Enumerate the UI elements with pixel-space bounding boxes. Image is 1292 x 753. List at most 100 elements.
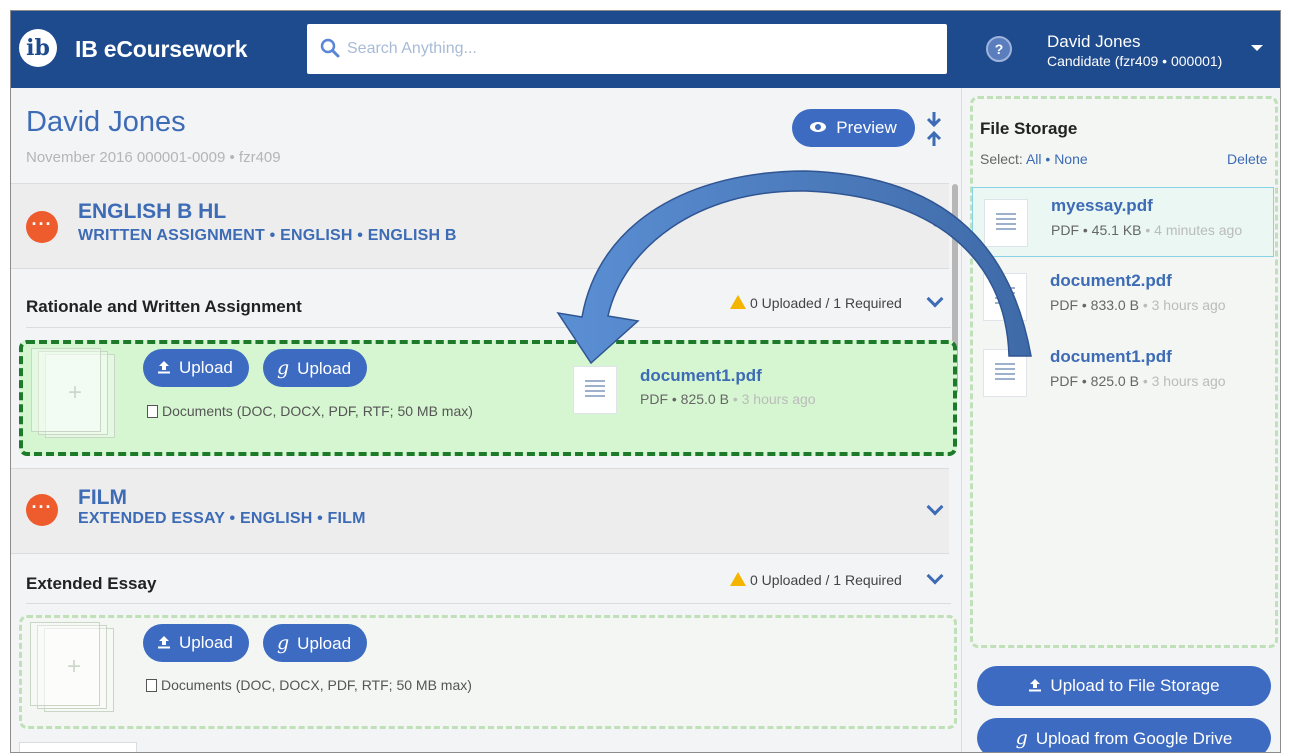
empty-document-icon: + — [31, 348, 117, 440]
upload-status-text: 0 Uploaded / 1 Required — [750, 295, 902, 311]
storage-file-meta: PDF • 825.0 B • 3 hours ago — [1050, 373, 1226, 389]
select-all-link[interactable]: All — [1026, 151, 1042, 167]
storage-file-item[interactable]: document1.pdf PDF • 825.0 B • 3 hours ag… — [972, 339, 1274, 409]
storage-file-name: document1.pdf — [1050, 347, 1172, 366]
subject-subtitle: EXTENDED ESSAY • ENGLISH • FILM — [78, 510, 366, 527]
warning-icon — [730, 295, 746, 310]
google-drive-icon: g — [277, 357, 290, 379]
preview-label: Preview — [836, 118, 897, 137]
storage-file-name: myessay.pdf — [1051, 196, 1153, 215]
divider — [26, 327, 951, 328]
ib-logo-icon[interactable]: ib — [19, 29, 57, 67]
storage-file-name: document2.pdf — [1050, 271, 1172, 290]
google-drive-icon: g — [277, 632, 290, 654]
storage-file-meta: PDF • 833.0 B • 3 hours ago — [1050, 297, 1226, 313]
gdrive-upload-label: Upload — [297, 634, 352, 653]
file-storage-sidebar: File Storage Select: All • None Delete m… — [961, 88, 1280, 752]
upload-button[interactable]: Upload — [143, 624, 249, 662]
google-drive-icon: g — [1015, 727, 1028, 749]
storage-file-meta: PDF • 45.1 KB • 4 minutes ago — [1051, 222, 1242, 238]
chevron-down-icon[interactable] — [1251, 45, 1263, 51]
search-input[interactable] — [347, 36, 927, 62]
select-label: Select: — [980, 151, 1023, 167]
subject-header-english[interactable]: ··· ENGLISH B HL WRITTEN ASSIGNMENT • EN… — [11, 183, 949, 269]
accepted-file-types-text: Documents (DOC, DOCX, PDF, RTF; 50 MB ma… — [162, 403, 473, 419]
accepted-file-types: Documents (DOC, DOCX, PDF, RTF; 50 MB ma… — [147, 403, 473, 419]
more-dots-icon[interactable]: ··· — [26, 211, 58, 243]
user-role[interactable]: Candidate (fzr409 • 000001) — [1047, 53, 1222, 69]
upload-icon — [1029, 678, 1042, 692]
select-separator: • — [1045, 151, 1051, 167]
component-title: Extended Essay — [26, 574, 157, 593]
storage-file-age: • 3 hours ago — [1142, 297, 1226, 313]
upload-button[interactable]: Upload — [143, 349, 249, 387]
chevron-down-icon[interactable] — [926, 209, 944, 227]
upload-status-text: 0 Uploaded / 1 Required — [750, 572, 902, 588]
storage-file-size: PDF • 833.0 B — [1050, 297, 1139, 313]
chevron-down-icon[interactable] — [926, 567, 944, 585]
storage-file-item[interactable]: document2.pdf PDF • 833.0 B • 3 hours ag… — [972, 263, 1274, 333]
candidate-details: November 2016 000001-0009 • fzr409 — [26, 149, 281, 166]
upload-from-google-drive-button[interactable]: g Upload from Google Drive — [977, 718, 1271, 752]
google-drive-upload-button[interactable]: g Upload — [263, 349, 368, 387]
bottom-tab[interactable] — [19, 742, 137, 752]
app-window: ib IB eCoursework ? David Jones Candidat… — [10, 10, 1281, 753]
upload-label: Upload — [179, 358, 233, 377]
file-storage-title: File Storage — [980, 119, 1078, 138]
help-icon[interactable]: ? — [986, 36, 1012, 62]
divider — [26, 603, 951, 604]
drop-zone-english[interactable]: + Upload g Upload Documents (DOC, DOCX, P… — [19, 340, 957, 456]
dragged-file-size: PDF • 825.0 B — [640, 391, 729, 407]
dragged-file-age: • 3 hours ago — [732, 391, 816, 407]
app-title[interactable]: IB eCoursework — [75, 36, 248, 63]
delete-link[interactable]: Delete — [1227, 151, 1267, 167]
storage-file-size: PDF • 45.1 KB — [1051, 222, 1142, 238]
chevron-down-icon[interactable] — [926, 498, 944, 516]
storage-file-size: PDF • 825.0 B — [1050, 373, 1139, 389]
search-box[interactable] — [307, 24, 947, 74]
page-title: David Jones — [26, 106, 186, 138]
storage-file-item[interactable]: myessay.pdf PDF • 45.1 KB • 4 minutes ag… — [972, 187, 1274, 257]
upload-to-storage-button[interactable]: Upload to File Storage — [977, 666, 1271, 706]
upload-label: Upload — [179, 633, 233, 652]
dragged-file-icon — [573, 366, 617, 414]
top-bar: ib IB eCoursework ? David Jones Candidat… — [11, 11, 1280, 88]
document-icon — [983, 349, 1027, 397]
upload-from-google-drive-label: Upload from Google Drive — [1035, 729, 1233, 748]
component-title: Rationale and Written Assignment — [26, 297, 302, 316]
subject-subtitle: WRITTEN ASSIGNMENT • ENGLISH • ENGLISH B — [78, 227, 457, 244]
upload-status: 0 Uploaded / 1 Required — [730, 295, 902, 311]
accepted-file-types: Documents (DOC, DOCX, PDF, RTF; 50 MB ma… — [146, 677, 472, 693]
subject-title: FILM — [78, 486, 127, 509]
google-drive-upload-button[interactable]: g Upload — [263, 624, 368, 662]
upload-icon — [158, 360, 170, 374]
empty-document-icon: + — [30, 622, 116, 714]
dragged-file-meta: PDF • 825.0 B • 3 hours ago — [640, 391, 816, 407]
warning-icon — [730, 572, 746, 587]
dragged-file-name: document1.pdf — [640, 366, 762, 385]
subject-title: ENGLISH B HL — [78, 200, 227, 223]
document-icon — [147, 404, 158, 418]
document-icon — [146, 678, 157, 692]
upload-to-storage-label: Upload to File Storage — [1050, 676, 1220, 695]
select-controls: Select: All • None — [980, 151, 1088, 167]
eye-icon — [810, 121, 827, 132]
collapse-arrows-icon[interactable] — [923, 110, 945, 148]
search-icon — [320, 38, 340, 58]
storage-file-age: • 4 minutes ago — [1145, 222, 1243, 238]
document-icon — [984, 199, 1028, 247]
select-none-link[interactable]: None — [1054, 151, 1087, 167]
upload-status: 0 Uploaded / 1 Required — [730, 572, 902, 588]
upload-icon — [158, 635, 170, 649]
preview-button[interactable]: Preview — [792, 109, 915, 147]
subject-header-film[interactable]: ··· FILM EXTENDED ESSAY • ENGLISH • FILM — [11, 468, 949, 554]
storage-file-age: • 3 hours ago — [1142, 373, 1226, 389]
gdrive-upload-label: Upload — [297, 359, 352, 378]
document-icon — [983, 273, 1027, 321]
drop-zone-film[interactable]: + Upload g Upload Documents (DOC, DOCX, P… — [19, 615, 957, 729]
chevron-down-icon[interactable] — [926, 290, 944, 308]
user-name[interactable]: David Jones — [1047, 32, 1141, 52]
accepted-file-types-text: Documents (DOC, DOCX, PDF, RTF; 50 MB ma… — [161, 677, 472, 693]
more-dots-icon[interactable]: ··· — [26, 494, 58, 526]
main-panel: David Jones November 2016 000001-0009 • … — [11, 88, 959, 752]
